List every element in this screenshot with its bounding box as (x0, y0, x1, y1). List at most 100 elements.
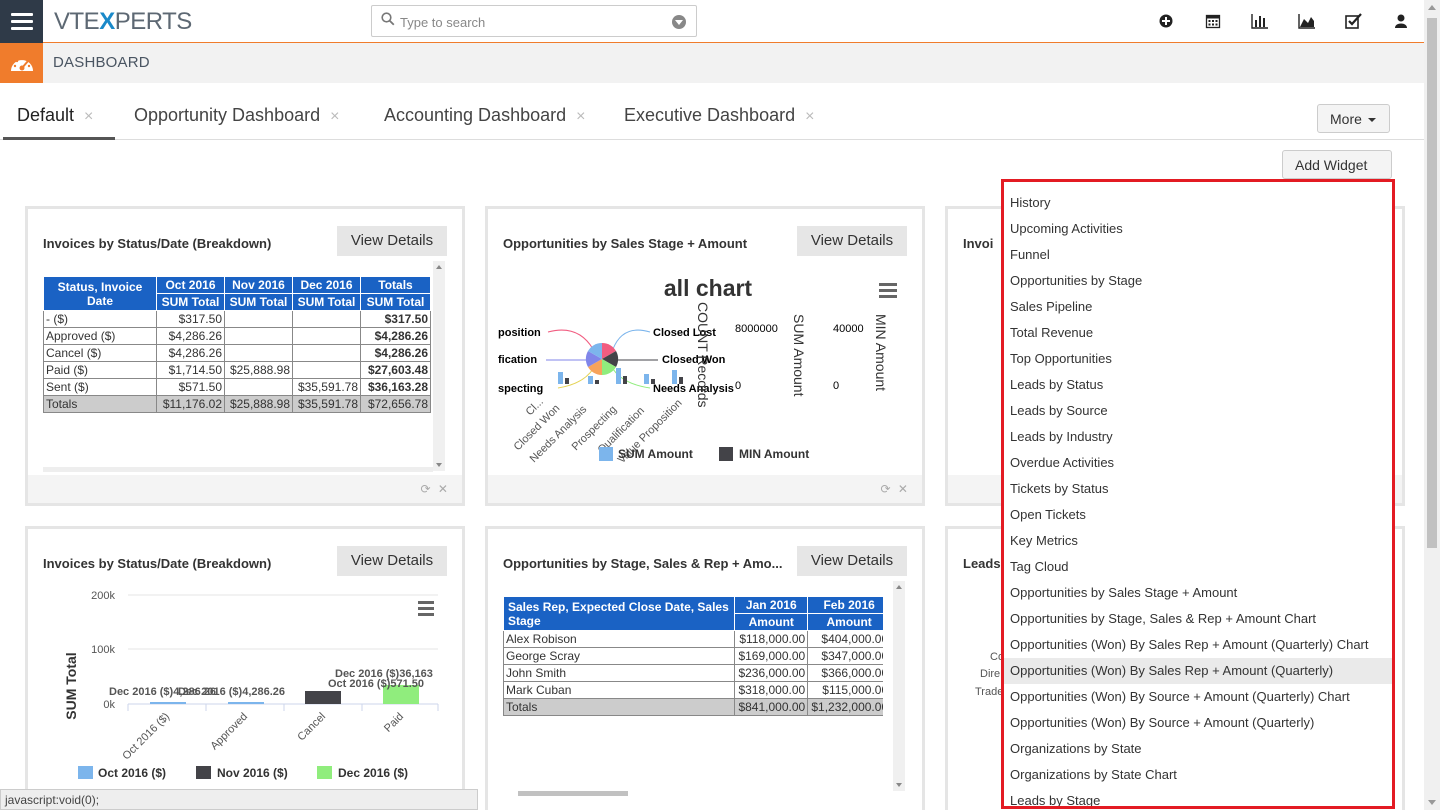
table-cell: $35,591.78 (292, 378, 361, 396)
page-scrollbar[interactable] (1424, 0, 1440, 810)
horizontal-scrollbar[interactable] (43, 467, 433, 472)
x-tick: Paid (382, 711, 406, 735)
search-input[interactable] (400, 11, 660, 33)
table-row: Sent ($) $571.50 $35,591.78 $36,163.28 (43, 378, 431, 396)
menu-item-open-tickets[interactable]: Open Tickets (1004, 502, 1392, 528)
menu-item-overdue-activities[interactable]: Overdue Activities (1004, 450, 1392, 476)
pie-chart (585, 342, 619, 376)
view-details-button[interactable]: View Details (337, 546, 447, 576)
calendar-icon[interactable] (1203, 12, 1222, 30)
menu-item-leads-by-status[interactable]: Leads by Status (1004, 372, 1392, 398)
tab-executive-dashboard[interactable]: Executive Dashboard × (624, 95, 814, 140)
table-cell: $318,000.00 (734, 681, 809, 699)
quick-create-icon[interactable] (1156, 12, 1175, 30)
add-widget-button[interactable]: Add Widget (1282, 150, 1392, 185)
menu-item-upcoming-activities[interactable]: Upcoming Activities (1004, 216, 1392, 242)
menu-toggle-button[interactable] (0, 0, 43, 43)
widget-scrollbar[interactable] (433, 261, 445, 471)
widget-invoices-breakdown-table: Invoices by Status/Date (Breakdown) View… (25, 206, 465, 506)
menu-item-opportunities-by-stage[interactable]: Opportunities by Stage (1004, 268, 1392, 294)
widget-scrollbar[interactable] (893, 581, 905, 791)
legend-swatch (317, 766, 332, 779)
menu-item-won-by-rep-quarterly[interactable]: Opportunities (Won) By Sales Rep + Amoun… (1004, 658, 1392, 684)
table-cell: $236,000.00 (734, 664, 809, 682)
vtexperts-logo[interactable]: VTEXPERTS (54, 8, 192, 36)
table-header: Dec 2016 (292, 276, 361, 294)
table-subheader: SUM Total (360, 293, 431, 311)
menu-item-tag-cloud[interactable]: Tag Cloud (1004, 554, 1392, 580)
global-search[interactable] (371, 5, 697, 37)
top-bar: VTEXPERTS (0, 0, 1424, 43)
widget-footer: ⟳ ✕ (488, 475, 922, 503)
combo-chart: all chart position fication specting Clo… (498, 275, 897, 466)
tasks-icon[interactable] (1344, 12, 1363, 30)
search-options-icon[interactable] (672, 15, 686, 29)
menu-item-leads-by-industry[interactable]: Leads by Industry (1004, 424, 1392, 450)
table-cell: $25,888.98 (224, 361, 293, 379)
table-cell: Cancel ($) (43, 344, 157, 362)
menu-item-total-revenue[interactable]: Total Revenue (1004, 320, 1392, 346)
menu-item-won-by-source-quarterly[interactable]: Opportunities (Won) By Source + Amount (… (1004, 710, 1392, 736)
menu-item-leads-by-source[interactable]: Leads by Source (1004, 398, 1392, 424)
menu-item-funnel[interactable]: Funnel (1004, 242, 1392, 268)
menu-item-top-opportunities[interactable]: Top Opportunities (1004, 346, 1392, 372)
user-icon[interactable] (1391, 12, 1410, 30)
table-cell (292, 310, 361, 328)
chart-label: Dire (980, 668, 1001, 680)
menu-item-leads-by-stage[interactable]: Leads by Stage (1004, 788, 1392, 806)
close-icon[interactable]: × (330, 108, 339, 125)
close-icon[interactable]: × (84, 108, 93, 125)
menu-item-history[interactable]: History (1004, 190, 1392, 216)
view-details-button[interactable]: View Details (797, 226, 907, 256)
tab-accounting-dashboard[interactable]: Accounting Dashboard × (384, 95, 585, 140)
search-icon (381, 12, 395, 29)
pie-label: position (498, 327, 541, 339)
more-button[interactable]: More (1317, 104, 1390, 133)
table-cell (224, 310, 293, 328)
data-label: Oct 2016 ($)571.50 (328, 678, 424, 690)
tab-opportunity-dashboard[interactable]: Opportunity Dashboard × (134, 95, 339, 140)
table-cell: Paid ($) (43, 361, 157, 379)
refresh-close-icons[interactable]: ⟳ ✕ (421, 482, 450, 496)
table-row: George Scray $169,000.00 $347,000.00 (503, 647, 883, 665)
menu-item-won-by-rep-quarterly-chart[interactable]: Opportunities (Won) By Sales Rep + Amoun… (1004, 632, 1392, 658)
menu-item-tickets-by-status[interactable]: Tickets by Status (1004, 476, 1392, 502)
widget-title: Opportunities by Stage, Sales & Rep + Am… (503, 556, 783, 571)
legend-item: Oct 2016 ($) (98, 766, 166, 780)
close-icon[interactable]: × (805, 108, 814, 125)
menu-item-sales-pipeline[interactable]: Sales Pipeline (1004, 294, 1392, 320)
axis-value: 0 (833, 380, 839, 392)
menu-item-opportunities-stage-rep-chart[interactable]: Opportunities by Stage, Sales & Rep + Am… (1004, 606, 1392, 632)
widget-opportunities-stage-rep: Opportunities by Stage, Sales & Rep + Am… (485, 526, 925, 810)
table-subheader: SUM Total (156, 293, 225, 311)
tab-default[interactable]: Default × (3, 95, 115, 140)
table-cell (224, 344, 293, 362)
axis-value: 40000 (833, 323, 864, 335)
page-title: DASHBOARD (53, 54, 150, 71)
view-details-button[interactable]: View Details (797, 546, 907, 576)
report-table: Status, Invoice Date Oct 2016 Nov 2016 D… (43, 276, 431, 413)
close-icon[interactable]: × (576, 108, 585, 125)
menu-item-organizations-by-state-chart[interactable]: Organizations by State Chart (1004, 762, 1392, 788)
table-cell: $317.50 (156, 310, 225, 328)
menu-item-won-by-source-quarterly-chart[interactable]: Opportunities (Won) By Source + Amount (… (1004, 684, 1392, 710)
y-axis-label: SUM Total (63, 652, 79, 719)
table-subheader: Amount (807, 613, 883, 631)
table-row: Mark Cuban $318,000.00 $115,000.00 (503, 681, 883, 699)
area-chart-icon[interactable] (1297, 12, 1316, 30)
table-cell: $404,000.00 (807, 630, 883, 648)
view-details-button[interactable]: View Details (337, 226, 447, 256)
menu-item-key-metrics[interactable]: Key Metrics (1004, 528, 1392, 554)
horizontal-scrollbar[interactable] (518, 791, 628, 796)
legend-item: Nov 2016 ($) (217, 766, 288, 780)
table-cell (224, 378, 293, 396)
reports-icon[interactable] (1250, 12, 1269, 30)
menu-item-opportunities-sales-stage-amount[interactable]: Opportunities by Sales Stage + Amount (1004, 580, 1392, 606)
refresh-close-icons[interactable]: ⟳ ✕ (881, 482, 910, 496)
table-cell: $36,163.28 (360, 378, 431, 396)
bar (228, 702, 264, 704)
menu-item-organizations-by-state[interactable]: Organizations by State (1004, 736, 1392, 762)
table-row: - ($) $317.50 $317.50 (43, 310, 431, 328)
table-cell: $27,603.48 (360, 361, 431, 379)
dashboard-tabs: Default × Opportunity Dashboard × Accounti… (0, 95, 1424, 140)
